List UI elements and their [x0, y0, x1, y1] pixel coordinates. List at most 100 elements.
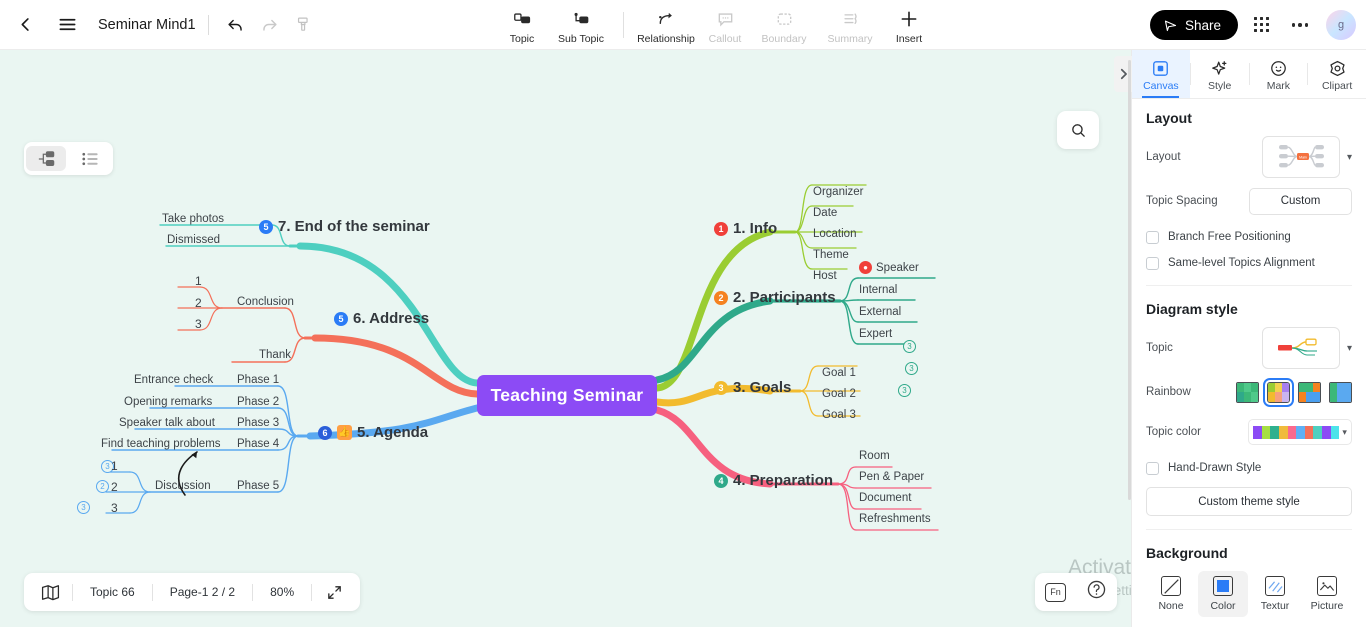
shortcut-fn-button[interactable]: Fn — [1045, 582, 1066, 602]
topic-spacing-custom-button[interactable]: Custom — [1249, 187, 1352, 215]
tab-mark[interactable]: Mark — [1250, 50, 1308, 98]
panel-scrollbar[interactable] — [1128, 60, 1131, 500]
subtopic-location[interactable]: Location — [813, 228, 856, 240]
count-badge-find-problems[interactable]: 3 — [77, 501, 90, 514]
subtopic-refreshments[interactable]: Refreshments — [859, 513, 931, 525]
sub-topic-button[interactable]: Sub Topic — [548, 0, 614, 50]
avatar[interactable]: g — [1326, 10, 1356, 40]
branch-topic-info[interactable]: 1 1. Info — [714, 220, 777, 237]
subtopic-goal-3[interactable]: Goal 3 — [822, 409, 856, 421]
subtopic-address-num-2[interactable]: 2 — [195, 296, 202, 310]
subtopic-agenda-num-2[interactable]: 2 — [111, 480, 118, 494]
central-topic[interactable]: Teaching Seminar — [477, 375, 657, 416]
color-swatch[interactable] — [1278, 425, 1288, 439]
subtopic-internal[interactable]: Internal — [859, 284, 897, 296]
hand-drawn-style-checkbox[interactable]: Hand-Drawn Style — [1146, 455, 1352, 481]
hamburger-icon[interactable] — [50, 8, 84, 42]
color-swatch[interactable] — [1296, 425, 1305, 439]
count-badge-internal[interactable]: 3 — [903, 340, 916, 353]
color-swatch[interactable] — [1287, 425, 1297, 439]
share-button[interactable]: Share — [1149, 10, 1238, 40]
branch-topic-agenda[interactable]: 6 👍 5. Agenda — [318, 424, 428, 441]
outline-view-icon[interactable] — [70, 146, 110, 171]
subtopic-document[interactable]: Document — [859, 492, 911, 504]
background-option-picture[interactable]: Picture — [1302, 571, 1352, 617]
undo-icon[interactable] — [221, 10, 251, 40]
color-swatch[interactable] — [1270, 425, 1279, 439]
branch-topic-address[interactable]: 5 6. Address — [334, 310, 429, 327]
subtopic-phase-1[interactable]: Phase 1 — [237, 374, 279, 386]
summary-button[interactable]: Summary — [817, 0, 883, 50]
color-swatch[interactable] — [1322, 425, 1331, 439]
topic-color-chevron-down-icon[interactable]: ▾ — [1342, 427, 1347, 438]
custom-theme-style-button[interactable]: Custom theme style — [1146, 487, 1352, 516]
color-swatch[interactable] — [1261, 425, 1271, 439]
subtopic-organizer[interactable]: Organizer — [813, 186, 864, 198]
search-button[interactable] — [1057, 111, 1099, 149]
count-badge-speaker-talk[interactable]: 2 — [96, 480, 109, 493]
count-badge-external[interactable]: 3 — [905, 362, 918, 375]
color-swatch[interactable] — [1253, 425, 1262, 439]
subtopic-conclusion[interactable]: Conclusion — [237, 296, 294, 308]
subtopic-speaker-talk[interactable]: Speaker talk about — [119, 417, 215, 429]
background-option-color[interactable]: Color — [1198, 571, 1248, 617]
background-option-none[interactable]: None — [1146, 571, 1196, 617]
layout-chevron-down-icon[interactable]: ▾ — [1347, 152, 1352, 163]
subtopic-dismissed[interactable]: Dismissed — [167, 234, 220, 246]
subtopic-opening-remarks[interactable]: Opening remarks — [124, 396, 212, 408]
subtopic-entrance-check[interactable]: Entrance check — [134, 374, 213, 386]
same-level-alignment-checkbox[interactable]: Same-level Topics Alignment — [1146, 250, 1352, 276]
tab-canvas[interactable]: Canvas — [1132, 50, 1190, 98]
subtopic-goal-1[interactable]: Goal 1 — [822, 367, 856, 379]
rainbow-option-blue[interactable] — [1329, 381, 1352, 403]
subtopic-phase-2[interactable]: Phase 2 — [237, 396, 279, 408]
subtopic-thank[interactable]: Thank — [259, 349, 291, 361]
subtopic-external[interactable]: External — [859, 306, 901, 318]
subtopic-phase-3[interactable]: Phase 3 — [237, 417, 279, 429]
topic-count[interactable]: Topic 66 — [73, 585, 152, 599]
map-view-icon[interactable] — [26, 146, 66, 171]
relationship-button[interactable]: Relationship — [633, 0, 699, 50]
mini-map-icon[interactable] — [28, 584, 72, 601]
count-badge-expert[interactable]: 3 — [898, 384, 911, 397]
format-painter-icon[interactable] — [289, 10, 319, 40]
subtopic-pen-paper[interactable]: Pen & Paper — [859, 471, 924, 483]
mindmap-canvas[interactable]: Teaching Seminar 1 1. Info Organizer Dat… — [0, 50, 1131, 627]
tab-clipart[interactable]: Clipart — [1308, 50, 1366, 98]
subtopic-phase-5[interactable]: Phase 5 — [237, 480, 279, 492]
rainbow-option-green[interactable] — [1236, 381, 1259, 403]
help-icon[interactable] — [1086, 579, 1107, 605]
subtopic-expert[interactable]: Expert — [859, 328, 892, 340]
redo-icon[interactable] — [255, 10, 285, 40]
color-swatch[interactable] — [1304, 425, 1314, 439]
topic-style-chevron-down-icon[interactable]: ▾ — [1347, 343, 1352, 354]
callout-button[interactable]: Callout — [699, 0, 751, 50]
tab-style[interactable]: Style — [1191, 50, 1249, 98]
fullscreen-icon[interactable] — [312, 584, 356, 601]
grid-apps-icon[interactable] — [1252, 15, 1272, 35]
zoom-level[interactable]: 80% — [253, 585, 311, 599]
subtopic-host[interactable]: Host — [813, 270, 837, 282]
subtopic-phase-4[interactable]: Phase 4 — [237, 438, 279, 450]
subtopic-find-teaching-problems[interactable]: Find teaching problems — [101, 438, 221, 450]
rainbow-option-pastel[interactable] — [1263, 377, 1294, 407]
layout-preview-button[interactable]: Main — [1261, 136, 1340, 178]
subtopic-address-num-1[interactable]: 1 — [195, 274, 202, 288]
rainbow-option-orange[interactable] — [1298, 381, 1321, 403]
page-indicator[interactable]: Page-1 2 / 2 — [153, 585, 252, 599]
subtopic-agenda-num-1[interactable]: 1 — [111, 459, 118, 473]
more-options-icon[interactable] — [1289, 16, 1311, 34]
branch-free-positioning-checkbox[interactable]: Branch Free Positioning — [1146, 224, 1352, 250]
subtopic-goal-2[interactable]: Goal 2 — [822, 388, 856, 400]
subtopic-take-photos[interactable]: Take photos — [162, 213, 224, 225]
boundary-button[interactable]: Boundary — [751, 0, 817, 50]
subtopic-room[interactable]: Room — [859, 450, 890, 462]
branch-topic-end-seminar[interactable]: 5 7. End of the seminar — [259, 218, 430, 235]
topic-button[interactable]: Topic — [496, 0, 548, 50]
subtopic-discussion[interactable]: Discussion — [155, 480, 211, 492]
subtopic-speaker[interactable]: ● Speaker — [859, 261, 919, 274]
background-option-texture[interactable]: Textur — [1250, 571, 1300, 617]
branch-topic-participants[interactable]: 2 2. Participants — [714, 289, 836, 306]
color-swatch[interactable] — [1313, 425, 1323, 439]
insert-button[interactable]: Insert — [883, 0, 935, 50]
